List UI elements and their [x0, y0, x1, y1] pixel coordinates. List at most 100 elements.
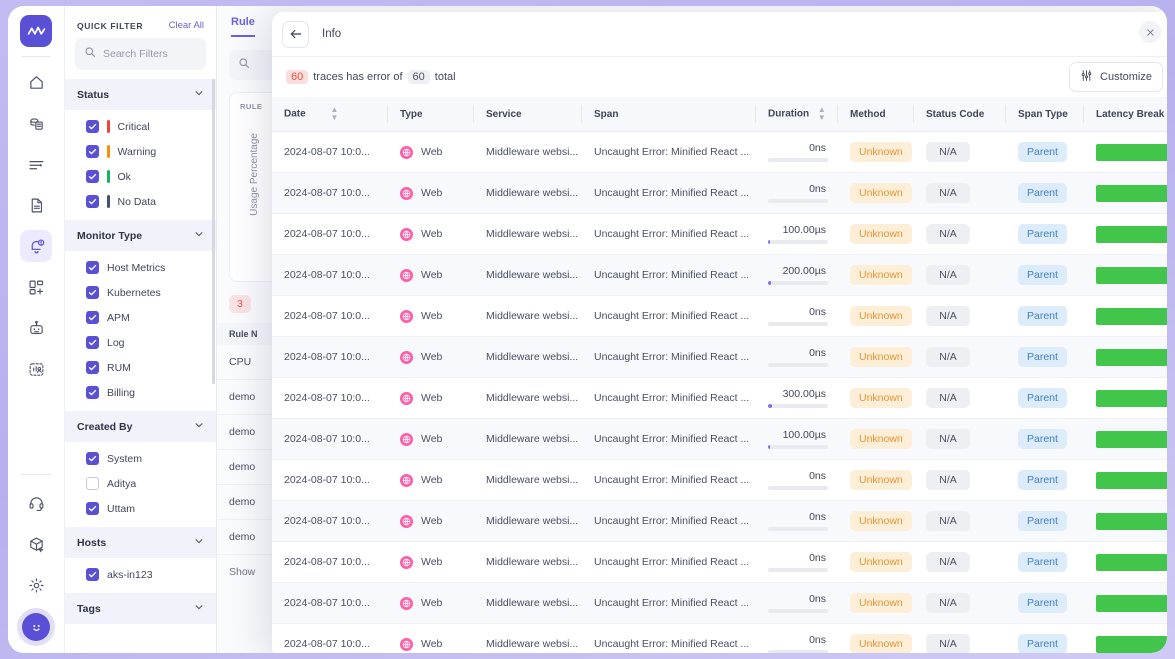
span-type-badge: Parent [1018, 347, 1067, 367]
filter-item-warning[interactable]: Warning [65, 139, 216, 164]
settings-gear-icon[interactable] [20, 569, 52, 601]
col-header-latency-break[interactable]: Latency Break [1084, 97, 1167, 132]
duration-track [768, 199, 828, 203]
cell-span: Uncaught Error: Minified React ... [582, 213, 756, 255]
filter-item-aks-in123[interactable]: aks-in123 [65, 562, 216, 587]
search-filters-box[interactable] [75, 38, 206, 70]
table-row[interactable]: 2024-08-07 10:0... Web Middleware websi...… [272, 295, 1167, 337]
table-row[interactable]: 2024-08-07 10:0... Web Middleware websi...… [272, 336, 1167, 378]
checkbox[interactable] [86, 386, 99, 399]
home-icon[interactable] [20, 66, 52, 98]
robot-icon[interactable] [20, 312, 52, 344]
table-row[interactable]: 2024-08-07 10:0... Web Middleware websi...… [272, 213, 1167, 255]
close-icon[interactable] [1139, 21, 1161, 43]
cell-duration: 300.00µs [756, 377, 838, 419]
checkbox[interactable] [86, 311, 99, 324]
checkbox[interactable] [86, 361, 99, 374]
cell-duration: 0ns [756, 459, 838, 501]
cell-span-type: Parent [1006, 254, 1084, 296]
filter-item-billing[interactable]: Billing [65, 380, 216, 405]
filter-item-kubernetes[interactable]: Kubernetes [65, 280, 216, 305]
package-add-icon[interactable] [20, 528, 52, 560]
table-row[interactable]: 2024-08-07 10:0... Web Middleware websi...… [272, 541, 1167, 583]
user-analytics-icon[interactable] [20, 353, 52, 385]
sort-icon[interactable]: ▲ ▼ [818, 106, 826, 122]
col-label: Status Code [926, 108, 985, 120]
quick-filter-scrollbar[interactable] [212, 79, 215, 384]
sort-icon[interactable]: ▲ ▼ [330, 106, 338, 122]
col-header-method[interactable]: Method [838, 97, 914, 132]
arrow-left-icon[interactable] [282, 20, 309, 48]
checkbox[interactable] [86, 261, 99, 274]
checkbox[interactable] [86, 477, 99, 490]
filter-item-uttam[interactable]: Uttam [65, 496, 216, 521]
col-header-span[interactable]: Span [582, 97, 756, 132]
filter-item-log[interactable]: Log [65, 330, 216, 355]
middleware-logo[interactable] [20, 15, 52, 47]
latency-bar [1096, 143, 1167, 161]
checkbox[interactable] [86, 502, 99, 515]
support-headset-icon[interactable] [20, 487, 52, 519]
checkbox[interactable] [86, 568, 99, 581]
cell-type: Web [388, 254, 474, 296]
table-row[interactable]: 2024-08-07 10:0... Web Middleware websi...… [272, 131, 1167, 173]
checkbox[interactable] [86, 145, 99, 158]
table-row[interactable]: 2024-08-07 10:0... Web Middleware websi...… [272, 418, 1167, 460]
checkbox[interactable] [86, 195, 99, 208]
logs-icon[interactable] [20, 148, 52, 180]
col-header-duration[interactable]: Duration ▲ ▼ [756, 97, 838, 132]
filter-group-header[interactable]: Status [65, 79, 216, 110]
user-avatar[interactable] [22, 613, 50, 641]
filter-group-header[interactable]: Created By [65, 411, 216, 442]
filter-item-ok[interactable]: Ok [65, 164, 216, 189]
search-filters-input[interactable] [103, 48, 197, 60]
filter-item-apm[interactable]: APM [65, 305, 216, 330]
dashboards-add-icon[interactable] [20, 271, 52, 303]
filter-group-header[interactable]: Hosts [65, 527, 216, 558]
filter-group-header[interactable]: Tags [65, 593, 216, 624]
infrastructure-icon[interactable] [20, 107, 52, 139]
col-header-status-code[interactable]: Status Code [914, 97, 1006, 132]
filter-group-status: Status Critical Warning Ok No Data [65, 79, 216, 220]
filter-group-header[interactable]: Monitor Type [65, 220, 216, 251]
summary-end-text: total [434, 71, 456, 83]
table-row[interactable]: 2024-08-07 10:0... Web Middleware websi...… [272, 377, 1167, 419]
status-code-badge: N/A [926, 429, 970, 449]
cell-type-label: Web [421, 433, 443, 445]
table-row[interactable]: 2024-08-07 10:0... Web Middleware websi...… [272, 500, 1167, 542]
table-row[interactable]: 2024-08-07 10:0... Web Middleware websi...… [272, 254, 1167, 296]
filter-item-system[interactable]: System [65, 446, 216, 471]
filter-item-critical[interactable]: Critical [65, 114, 216, 139]
table-row[interactable]: 2024-08-07 10:0... Web Middleware websi...… [272, 623, 1167, 653]
clear-all-link[interactable]: Clear All [169, 20, 204, 31]
filter-item-host-metrics[interactable]: Host Metrics [65, 255, 216, 280]
cell-duration: 0ns [756, 336, 838, 378]
filter-group-label: Hosts [77, 536, 107, 549]
filter-item-rum[interactable]: RUM [65, 355, 216, 380]
latency-bar [1096, 184, 1167, 202]
checkbox[interactable] [86, 452, 99, 465]
checkbox[interactable] [86, 120, 99, 133]
col-header-type[interactable]: Type [388, 97, 474, 132]
duration-value: 0ns [809, 593, 826, 606]
filter-item-aditya[interactable]: Aditya [65, 471, 216, 496]
table-row[interactable]: 2024-08-07 10:0... Web Middleware websi...… [272, 582, 1167, 624]
col-header-service[interactable]: Service [474, 97, 582, 132]
checkbox[interactable] [86, 336, 99, 349]
method-badge: Unknown [850, 388, 912, 408]
checkbox[interactable] [86, 286, 99, 299]
cell-status-code: N/A [914, 541, 1006, 583]
customize-button[interactable]: Customize [1069, 62, 1163, 92]
tab-rule[interactable]: Rule [231, 16, 255, 37]
globe-icon [400, 391, 413, 405]
table-row[interactable]: 2024-08-07 10:0... Web Middleware websi...… [272, 172, 1167, 214]
documents-icon[interactable] [20, 189, 52, 221]
cell-span: Uncaught Error: Minified React ... [582, 582, 756, 624]
filter-item-no-data[interactable]: No Data [65, 189, 216, 214]
col-header-date[interactable]: Date ▲ ▼ [272, 97, 388, 132]
col-header-span-type[interactable]: Span Type [1006, 97, 1084, 132]
checkbox[interactable] [86, 170, 99, 183]
cell-latency [1084, 254, 1167, 296]
alerts-icon[interactable] [20, 230, 52, 262]
table-row[interactable]: 2024-08-07 10:0... Web Middleware websi...… [272, 459, 1167, 501]
